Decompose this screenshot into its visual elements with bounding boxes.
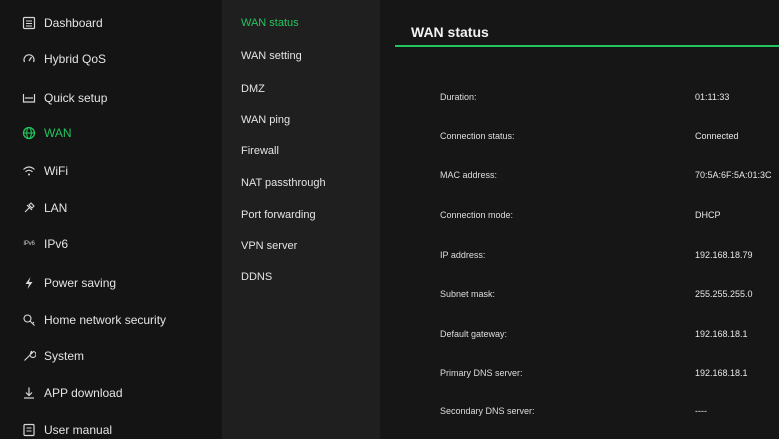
sidebar-item-label: Dashboard <box>44 16 103 30</box>
primary-dns-label: Primary DNS server: <box>440 368 523 378</box>
connection-status-label: Connection status: <box>440 131 515 141</box>
system-icon <box>22 349 36 363</box>
submenu-item-nat-passthrough[interactable]: NAT passthrough <box>241 177 326 189</box>
submenu-item-wan-status[interactable]: WAN status <box>241 17 299 29</box>
submenu-item-wan-ping[interactable]: WAN ping <box>241 114 290 126</box>
sidebar-item-lan[interactable]: LAN <box>0 190 222 226</box>
sidebar-item-hybrid-qos[interactable]: Hybrid QoS <box>0 41 222 77</box>
sidebar-item-label: WAN <box>44 126 72 140</box>
sidebar-item-home-network-security[interactable]: Home network security <box>0 302 222 338</box>
secondary-dns-value: ---- <box>695 406 707 416</box>
subnet-mask-value: 255.255.255.0 <box>695 289 753 299</box>
wifi-icon <box>22 164 36 178</box>
wan-submenu: WAN status WAN setting DMZ WAN ping Fire… <box>222 0 380 439</box>
submenu-item-dmz[interactable]: DMZ <box>241 83 265 95</box>
mac-address-value: 70:5A:6F:5A:01:3C <box>695 170 772 180</box>
sidebar-item-dashboard[interactable]: Dashboard <box>0 5 222 41</box>
connection-mode-value: DHCP <box>695 210 721 220</box>
sidebar-item-power-saving[interactable]: Power saving <box>0 265 222 301</box>
dashboard-icon <box>22 16 36 30</box>
manual-icon <box>22 423 36 437</box>
submenu-item-wan-setting[interactable]: WAN setting <box>241 50 302 62</box>
duration-value: 01:11:33 <box>695 92 730 102</box>
subnet-mask-label: Subnet mask: <box>440 289 496 299</box>
connection-mode-label: Connection mode: <box>440 210 514 220</box>
ipv6-icon: IPv6 <box>23 241 35 247</box>
submenu-item-ddns[interactable]: DDNS <box>241 271 272 283</box>
download-icon <box>22 386 36 400</box>
ip-address-label: IP address: <box>440 250 486 260</box>
sidebar-item-system[interactable]: System <box>0 338 222 374</box>
lan-icon <box>22 201 36 215</box>
sidebar-item-label: System <box>44 349 85 363</box>
ip-address-value: 192.168.18.79 <box>695 250 753 260</box>
sidebar-item-user-manual[interactable]: User manual <box>0 412 222 439</box>
sidebar-item-label: User manual <box>44 423 113 437</box>
globe-icon <box>22 126 36 140</box>
duration-label: Duration: <box>440 92 477 102</box>
sidebar-item-wan[interactable]: WAN <box>0 115 222 151</box>
sidebar-item-label: Home network security <box>44 313 167 327</box>
sidebar-item-label: Power saving <box>44 276 117 290</box>
default-gateway-value: 192.168.18.1 <box>695 329 748 339</box>
sidebar: Dashboard Hybrid QoS Quick setup WAN WiF… <box>0 0 222 439</box>
sidebar-item-app-download[interactable]: APP download <box>0 375 222 411</box>
sidebar-item-label: Hybrid QoS <box>44 52 107 66</box>
sidebar-item-wifi[interactable]: WiFi <box>0 153 222 189</box>
primary-dns-value: 192.168.18.1 <box>695 368 748 378</box>
default-gateway-label: Default gateway: <box>440 329 508 339</box>
sidebar-item-label: IPv6 <box>44 237 69 251</box>
wan-status-panel: WAN status Duration: 01:11:33 Connection… <box>380 0 779 439</box>
security-icon <box>22 313 36 327</box>
secondary-dns-label: Secondary DNS server: <box>440 406 535 416</box>
title-underline <box>395 45 779 47</box>
page-title: WAN status <box>411 24 489 40</box>
submenu-item-vpn-server[interactable]: VPN server <box>241 240 297 252</box>
quick-setup-icon <box>22 91 36 105</box>
lightning-icon <box>22 276 36 290</box>
sidebar-item-label: Quick setup <box>44 91 108 105</box>
submenu-item-firewall[interactable]: Firewall <box>241 145 279 157</box>
submenu-item-port-forwarding[interactable]: Port forwarding <box>241 209 316 221</box>
mac-address-label: MAC address: <box>440 170 498 180</box>
qos-icon <box>22 52 36 66</box>
sidebar-item-label: LAN <box>44 201 68 215</box>
sidebar-item-label: APP download <box>44 386 123 400</box>
connection-status-value: Connected <box>695 131 739 141</box>
sidebar-item-quick-setup[interactable]: Quick setup <box>0 80 222 116</box>
sidebar-item-ipv6[interactable]: IPv6 IPv6 <box>0 226 222 262</box>
sidebar-item-label: WiFi <box>44 164 68 178</box>
